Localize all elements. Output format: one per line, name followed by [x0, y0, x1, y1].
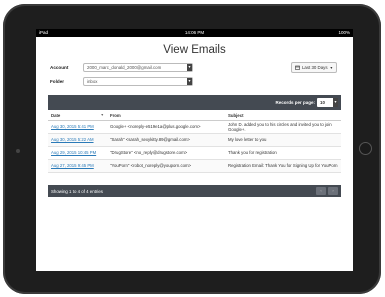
account-select[interactable]: 2000_marc_donald_2000@gmail.com ▼: [83, 63, 193, 72]
table-row[interactable]: Aug 27, 2015 9:45 PM "YouPorn" <robot_no…: [48, 159, 341, 173]
table-row[interactable]: Aug 30, 2015 5:22 AM "Sarah" <sarah_sexy…: [48, 133, 341, 147]
table-row[interactable]: Aug 29, 2015 10:45 PM "DrugStore" <no_re…: [48, 146, 341, 160]
email-subject: John D. added you to his circles and inv…: [225, 120, 341, 134]
email-date-link[interactable]: Aug 27, 2015 9:45 PM: [48, 159, 107, 173]
chevron-down-icon: ▼: [187, 78, 192, 85]
tablet-frame: iPad 14:06 PM 100% View Emails Account 2…: [3, 4, 381, 294]
email-subject: Thank you for registration: [225, 146, 341, 160]
page-title: View Emails: [163, 44, 226, 56]
date-range-button[interactable]: Last 30 Days ▼: [291, 62, 337, 73]
chevron-down-icon: ▼: [187, 64, 192, 71]
date-range-label: Last 30 Days: [301, 65, 328, 70]
email-date-link[interactable]: Aug 30, 2015 5:41 PM: [48, 120, 107, 134]
column-header-from[interactable]: From: [107, 110, 225, 121]
status-bar: iPad 14:06 PM 100%: [36, 29, 353, 37]
email-from: "YouPorn" <robot_noreply@youporn.com>: [107, 159, 225, 173]
email-date-link[interactable]: Aug 30, 2015 5:22 AM: [48, 133, 107, 147]
records-per-page-value: 10: [320, 100, 325, 105]
battery-label: 100%: [338, 30, 350, 35]
table-header: Date ▼ From Subject: [48, 110, 341, 121]
folder-value: inbox: [87, 79, 98, 84]
caret-down-icon: ▼: [329, 65, 334, 70]
entries-info: Showing 1 to 4 of 4 entries: [51, 189, 103, 194]
prev-page-button[interactable]: ‹: [316, 187, 326, 195]
folder-row: Folder inbox ▼: [50, 77, 193, 86]
email-from: "DrugStore" <no_reply@drugstore.com>: [107, 146, 225, 160]
account-row: Account 2000_marc_donald_2000@gmail.com …: [50, 63, 193, 72]
table-toolbar: Records per page: 10 ▼: [48, 95, 341, 110]
home-button[interactable]: [359, 142, 372, 155]
email-date-link[interactable]: Aug 29, 2015 10:45 PM: [48, 146, 107, 160]
table-footer: Showing 1 to 4 of 4 entries ‹ ›: [48, 185, 341, 197]
account-label: Account: [50, 65, 69, 70]
calendar-icon: [295, 65, 300, 70]
folder-select[interactable]: inbox ▼: [83, 77, 193, 86]
email-from: "Sarah" <sarah_sexykitty.89@gmail.com>: [107, 133, 225, 147]
email-subject: Registration Email: Thank You for Signin…: [225, 159, 341, 173]
camera-icon: [16, 149, 20, 153]
next-page-button[interactable]: ›: [328, 187, 338, 195]
table-row[interactable]: Aug 30, 2015 5:41 PM Google+ <noreply-e5…: [48, 120, 341, 134]
column-header-subject[interactable]: Subject: [225, 110, 341, 121]
records-per-page-select[interactable]: 10 ▼: [317, 98, 338, 107]
folder-label: Folder: [50, 79, 65, 84]
email-subject: My love letter to you: [225, 133, 341, 147]
chevron-down-icon: ▼: [333, 98, 338, 107]
emails-table: Date ▼ From Subject Aug 30, 2015 5:41 PM…: [48, 110, 341, 173]
column-header-date[interactable]: Date ▼: [48, 110, 107, 121]
screen: iPad 14:06 PM 100% View Emails Account 2…: [36, 29, 353, 271]
clock: 14:06 PM: [184, 30, 205, 35]
account-value: 2000_marc_donald_2000@gmail.com: [87, 65, 162, 70]
sort-desc-icon: ▼: [100, 113, 104, 117]
records-per-page-label: Records per page:: [275, 100, 315, 105]
email-from: Google+ <noreply-e519e1a@plus.google.com…: [107, 120, 225, 134]
